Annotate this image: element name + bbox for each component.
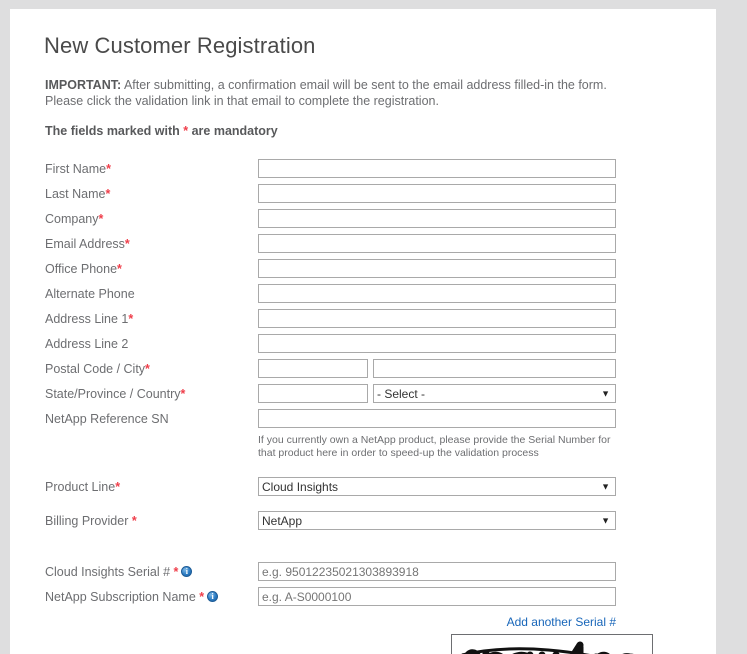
chevron-down-icon: ▼ xyxy=(601,515,610,525)
important-text: After submitting, a confirmation email w… xyxy=(45,78,607,108)
label-postal-code-city-text: Postal Code / City xyxy=(45,361,146,376)
label-email-address-text: Email Address xyxy=(45,236,125,251)
label-address-line-2: Address Line 2 xyxy=(45,336,129,351)
city-input[interactable] xyxy=(373,359,616,378)
captcha-image xyxy=(451,634,653,654)
mandatory-note: The fields marked with * are mandatory xyxy=(45,124,692,138)
add-another-serial-link[interactable]: Add another Serial # xyxy=(507,615,616,629)
label-netapp-subscription-name: NetApp Subscription Name * xyxy=(45,590,258,604)
registration-form: First Name* Last Name* Company* Email Ad… xyxy=(45,156,692,654)
required-star: * xyxy=(131,513,137,528)
required-star: * xyxy=(199,589,205,604)
required-star: * xyxy=(124,236,130,251)
label-first-name: First Name* xyxy=(45,162,258,176)
state-province-input[interactable] xyxy=(258,384,368,403)
country-select[interactable]: - Select - ▼ xyxy=(373,384,616,403)
alternate-phone-input[interactable] xyxy=(258,284,616,303)
required-star: * xyxy=(106,161,111,176)
company-input[interactable] xyxy=(258,209,616,228)
required-star: * xyxy=(98,211,104,226)
row-first-name: First Name* xyxy=(45,156,692,181)
row-cloud-insights-serial: Cloud Insights Serial # * xyxy=(45,559,692,584)
page-title: New Customer Registration xyxy=(44,33,316,58)
label-cloud-insights-serial-text: Cloud Insights Serial # xyxy=(45,564,174,579)
first-name-input[interactable] xyxy=(258,159,616,178)
postal-code-input[interactable] xyxy=(258,359,368,378)
label-billing-provider-text: Billing Provider xyxy=(45,513,132,528)
email-address-input[interactable] xyxy=(258,234,616,253)
label-office-phone-text: Office Phone xyxy=(45,261,118,276)
label-state-country-text: State/Province / Country xyxy=(45,386,181,401)
row-billing-provider: Billing Provider * NetApp ▼ xyxy=(45,508,692,533)
netapp-subscription-name-input[interactable] xyxy=(258,587,616,606)
row-last-name: Last Name* xyxy=(45,181,692,206)
label-last-name-text: Last Name xyxy=(45,186,106,201)
registration-page: New Customer Registration IMPORTANT: Aft… xyxy=(10,9,716,654)
address-line-2-input[interactable] xyxy=(258,334,616,353)
mandatory-prefix: The fields marked with xyxy=(45,124,184,138)
label-company: Company* xyxy=(45,212,258,226)
add-another-serial-container: Add another Serial # xyxy=(45,615,616,629)
label-billing-provider: Billing Provider * xyxy=(45,514,258,528)
label-state-country: State/Province / Country* xyxy=(45,387,258,401)
required-star: * xyxy=(145,361,150,376)
row-office-phone: Office Phone* xyxy=(45,256,692,281)
country-select-value: - Select - xyxy=(377,386,426,401)
row-email-address: Email Address* xyxy=(45,231,692,256)
label-address-line-1: Address Line 1* xyxy=(45,312,258,326)
info-icon[interactable] xyxy=(181,565,193,577)
label-netapp-reference-sn: NetApp Reference SN xyxy=(45,411,169,426)
row-product-line: Product Line* Cloud Insights ▼ xyxy=(45,474,692,499)
chevron-down-icon: ▼ xyxy=(601,388,610,398)
billing-provider-select-value: NetApp xyxy=(262,513,303,528)
info-icon[interactable] xyxy=(207,590,219,602)
last-name-input[interactable] xyxy=(258,184,616,203)
required-star: * xyxy=(117,261,122,276)
row-address-line-1: Address Line 1* xyxy=(45,306,692,331)
netapp-reference-sn-input[interactable] xyxy=(258,409,616,428)
row-netapp-subscription-name: NetApp Subscription Name * xyxy=(45,584,692,609)
row-address-line-2: Address Line 2 xyxy=(45,331,692,356)
important-label: IMPORTANT: xyxy=(45,78,122,92)
product-line-select-value: Cloud Insights xyxy=(262,479,339,494)
row-netapp-reference-sn: NetApp Reference SN xyxy=(45,406,692,431)
mandatory-suffix: are mandatory xyxy=(188,124,278,138)
required-star: * xyxy=(173,564,179,579)
billing-provider-select[interactable]: NetApp ▼ xyxy=(258,511,616,530)
required-star: * xyxy=(180,386,186,401)
label-product-line: Product Line* xyxy=(45,480,258,494)
label-netapp-subscription-name-text: NetApp Subscription Name xyxy=(45,589,200,604)
address-line-1-input[interactable] xyxy=(258,309,616,328)
label-alternate-phone: Alternate Phone xyxy=(45,286,135,301)
row-company: Company* xyxy=(45,206,692,231)
important-notice: IMPORTANT: After submitting, a confirmat… xyxy=(45,77,625,109)
label-company-text: Company xyxy=(45,211,99,226)
cloud-insights-serial-input[interactable] xyxy=(258,562,616,581)
row-alternate-phone: Alternate Phone xyxy=(45,281,692,306)
required-star: * xyxy=(105,186,111,201)
label-last-name: Last Name* xyxy=(45,187,258,201)
product-line-select[interactable]: Cloud Insights ▼ xyxy=(258,477,616,496)
netapp-reference-sn-hint: If you currently own a NetApp product, p… xyxy=(258,434,611,459)
label-product-line-text: Product Line xyxy=(45,479,116,494)
label-cloud-insights-serial: Cloud Insights Serial # * xyxy=(45,565,258,579)
chevron-down-icon: ▼ xyxy=(601,481,610,491)
required-star: * xyxy=(128,311,134,326)
label-postal-code-city: Postal Code / City* xyxy=(45,362,258,376)
label-office-phone: Office Phone* xyxy=(45,262,258,276)
label-address-line-1-text: Address Line 1 xyxy=(45,311,129,326)
row-state-country: State/Province / Country* - Select - ▼ xyxy=(45,381,692,406)
page-inner: New Customer Registration IMPORTANT: Aft… xyxy=(10,9,716,654)
label-email-address: Email Address* xyxy=(45,237,258,251)
required-star: * xyxy=(115,479,121,494)
label-first-name-text: First Name xyxy=(45,161,107,176)
office-phone-input[interactable] xyxy=(258,259,616,278)
row-postal-code-city: Postal Code / City* xyxy=(45,356,692,381)
